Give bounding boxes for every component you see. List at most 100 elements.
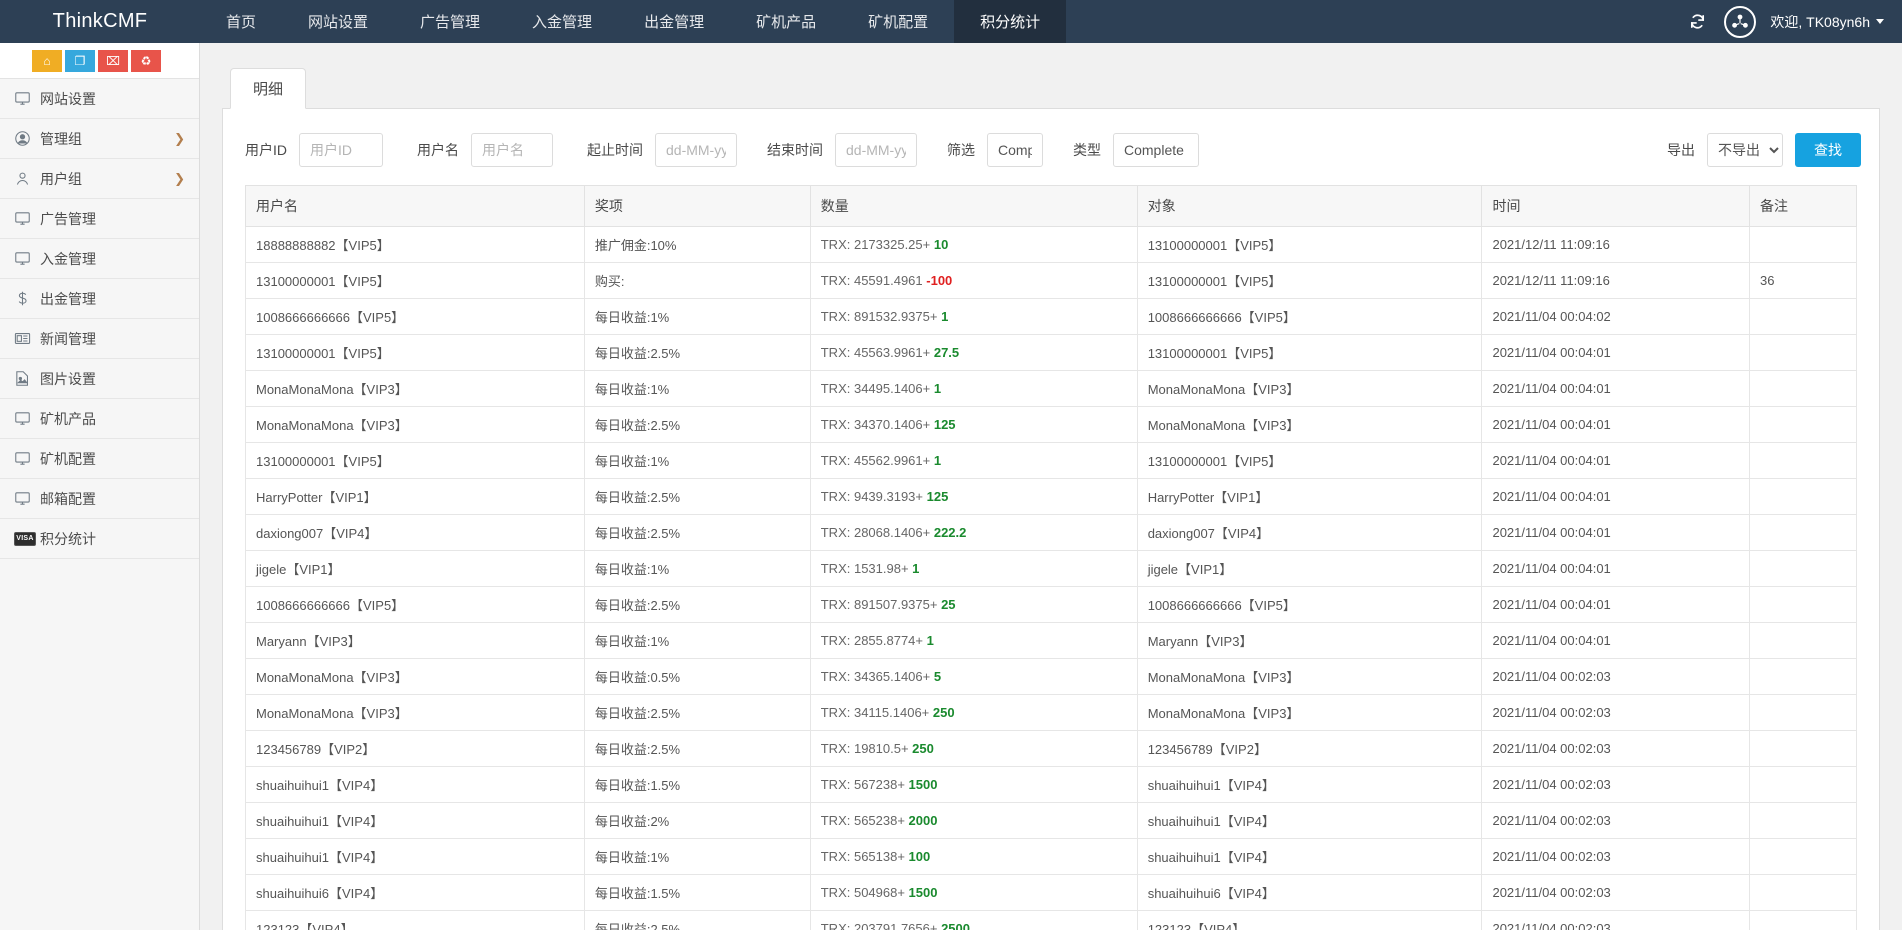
cell-note — [1749, 623, 1856, 659]
table-row[interactable]: daxiong007【VIP4】每日收益:2.5%TRX: 28068.1406… — [246, 515, 1857, 551]
nav-item-4[interactable]: 出金管理 — [618, 0, 730, 43]
cell-object: 13100000001【VIP5】 — [1137, 335, 1482, 371]
sidebar-item-8[interactable]: 矿机产品 — [0, 399, 199, 439]
cell-username: jigele【VIP1】 — [246, 551, 585, 587]
cell-time: 2021/11/04 00:04:01 — [1482, 407, 1750, 443]
avatar[interactable] — [1724, 6, 1756, 38]
start-time-input[interactable] — [655, 133, 737, 167]
cell-note — [1749, 407, 1856, 443]
table-row[interactable]: shuaihuihui1【VIP4】每日收益:1.5%TRX: 567238+ … — [246, 767, 1857, 803]
table-row[interactable]: shuaihuihui6【VIP4】每日收益:1.5%TRX: 504968+ … — [246, 875, 1857, 911]
quantity-delta: 5 — [934, 669, 941, 684]
sidebar-item-label: 出金管理 — [40, 289, 185, 309]
table-row[interactable]: 13100000001【VIP5】购买:TRX: 45591.4961 -100… — [246, 263, 1857, 299]
brand-logo[interactable]: ThinkCMF — [0, 0, 200, 43]
export-select[interactable]: 不导出 — [1707, 133, 1783, 167]
cell-award: 每日收益:2.5% — [584, 731, 810, 767]
end-time-label: 结束时间 — [767, 140, 823, 160]
table-row[interactable]: jigele【VIP1】每日收益:1%TRX: 1531.98+ 1jigele… — [246, 551, 1857, 587]
cell-quantity: TRX: 565138+ 100 — [810, 839, 1137, 875]
cell-time: 2021/11/04 00:04:01 — [1482, 479, 1750, 515]
cell-object: MonaMonaMona【VIP3】 — [1137, 371, 1482, 407]
table-row[interactable]: 13100000001【VIP5】每日收益:2.5%TRX: 45563.996… — [246, 335, 1857, 371]
nav-item-6[interactable]: 矿机配置 — [842, 0, 954, 43]
nav-item-5[interactable]: 矿机产品 — [730, 0, 842, 43]
nav-item-2[interactable]: 广告管理 — [394, 0, 506, 43]
main-navigation: 首页网站设置广告管理入金管理出金管理矿机产品矿机配置积分统计 — [200, 0, 1066, 43]
tab-detail[interactable]: 明细 — [230, 68, 306, 109]
cell-note — [1749, 875, 1856, 911]
sidebar-item-4[interactable]: 入金管理 — [0, 239, 199, 279]
sidebar-item-5[interactable]: 出金管理 — [0, 279, 199, 319]
sidebar-item-1[interactable]: 管理组❯ — [0, 119, 199, 159]
cell-object: jigele【VIP1】 — [1137, 551, 1482, 587]
quantity-delta: 250 — [912, 741, 934, 756]
cell-time: 2021/11/04 00:04:02 — [1482, 299, 1750, 335]
sidebar-item-10[interactable]: 邮箱配置 — [0, 479, 199, 519]
sidebar-item-9[interactable]: 矿机配置 — [0, 439, 199, 479]
table-row[interactable]: Maryann【VIP3】每日收益:1%TRX: 2855.8774+ 1Mar… — [246, 623, 1857, 659]
search-userid-input[interactable] — [299, 133, 383, 167]
nav-item-0[interactable]: 首页 — [200, 0, 282, 43]
table-row[interactable]: shuaihuihui1【VIP4】每日收益:1%TRX: 565138+ 10… — [246, 839, 1857, 875]
screen-input[interactable] — [987, 133, 1043, 167]
sidebar-item-3[interactable]: 广告管理 — [0, 199, 199, 239]
refresh-icon[interactable] — [1684, 9, 1710, 35]
chevron-right-icon: ❯ — [174, 171, 185, 187]
type-input[interactable] — [1113, 133, 1199, 167]
end-time-input[interactable] — [835, 133, 917, 167]
table-row[interactable]: 1008666666666【VIP5】每日收益:2.5%TRX: 891507.… — [246, 587, 1857, 623]
cell-quantity: TRX: 34115.1406+ 250 — [810, 695, 1137, 731]
table-row[interactable]: 123456789【VIP2】每日收益:2.5% TRX: 19810.5+ 25… — [246, 731, 1857, 767]
screen-label: 筛选 — [947, 140, 975, 160]
home-icon[interactable]: ⌂ — [32, 50, 62, 72]
recycle-icon[interactable]: ♻ — [131, 50, 161, 72]
nav-item-1[interactable]: 网站设置 — [282, 0, 394, 43]
sidebar-item-2[interactable]: 用户组❯ — [0, 159, 199, 199]
sidebar-item-7[interactable]: 图片设置 — [0, 359, 199, 399]
sidebar-item-6[interactable]: 新闻管理 — [0, 319, 199, 359]
column-header-0: 用户名 — [246, 186, 585, 227]
trash-icon[interactable]: ⌧ — [98, 50, 128, 72]
sidebar-item-11[interactable]: VISA积分统计 — [0, 519, 199, 559]
nav-item-3[interactable]: 入金管理 — [506, 0, 618, 43]
quantity-base: TRX: 45591.4961 — [821, 273, 927, 288]
cell-username: 18888888882【VIP5】 — [246, 227, 585, 263]
cell-quantity: TRX: 28068.1406+ 222.2 — [810, 515, 1137, 551]
cell-time: 2021/11/04 00:02:03 — [1482, 731, 1750, 767]
body-wrap: ⌂❐⌧♻ 网站设置管理组❯用户组❯广告管理入金管理出金管理新闻管理图片设置矿机产… — [0, 43, 1902, 930]
cell-award: 每日收益:1% — [584, 299, 810, 335]
user-circle-icon — [14, 130, 40, 147]
table-row[interactable]: 18888888882【VIP5】推广佣金:10%TRX: 2173325.25… — [246, 227, 1857, 263]
sidebar-item-label: 网站设置 — [40, 89, 185, 109]
quantity-base: TRX: 19810.5+ — [821, 741, 912, 756]
quantity-base: TRX: 9439.3193+ — [821, 489, 927, 504]
table-row[interactable]: HarryPotter【VIP1】每日收益:2.5%TRX: 9439.3193… — [246, 479, 1857, 515]
search-username-input[interactable] — [471, 133, 553, 167]
main-content: 明细 用户ID 用户名 起止时间 — [200, 43, 1902, 930]
table-row[interactable]: MonaMonaMona【VIP3】每日收益:0.5%TRX: 34365.14… — [246, 659, 1857, 695]
cell-time: 2021/11/04 00:04:01 — [1482, 515, 1750, 551]
table-row[interactable]: 13100000001【VIP5】每日收益:1%TRX: 45562.9961+… — [246, 443, 1857, 479]
cell-username: 123456789【VIP2】 — [246, 731, 585, 767]
cell-username: shuaihuihui1【VIP4】 — [246, 767, 585, 803]
quantity-delta: 1500 — [909, 777, 938, 792]
sidebar-item-0[interactable]: 网站设置 — [0, 79, 199, 119]
table-row[interactable]: MonaMonaMona【VIP3】每日收益:2.5%TRX: 34370.14… — [246, 407, 1857, 443]
quantity-base: TRX: 2855.8774+ — [821, 633, 927, 648]
table-row[interactable]: 1008666666666【VIP5】每日收益:1%TRX: 891532.93… — [246, 299, 1857, 335]
cell-time: 2021/11/04 00:04:01 — [1482, 551, 1750, 587]
nav-item-7[interactable]: 积分统计 — [954, 0, 1066, 43]
cell-object: MonaMonaMona【VIP3】 — [1137, 407, 1482, 443]
table-row[interactable]: shuaihuihui1【VIP4】每日收益:2%TRX: 565238+ 20… — [246, 803, 1857, 839]
cell-note — [1749, 803, 1856, 839]
user-menu[interactable]: 欢迎, TK08yn6h — [1770, 12, 1884, 32]
quantity-delta: 1 — [941, 309, 948, 324]
search-button[interactable]: 查找 — [1795, 133, 1861, 167]
table-row[interactable]: 123123【VIP4】每日收益:2.5%TRX: 203791.7656+ 2… — [246, 911, 1857, 930]
quantity-delta: 125 — [934, 417, 956, 432]
file-icon[interactable]: ❐ — [65, 50, 95, 72]
cell-quantity: TRX: 891507.9375+ 25 — [810, 587, 1137, 623]
table-row[interactable]: MonaMonaMona【VIP3】每日收益:1%TRX: 34495.1406… — [246, 371, 1857, 407]
table-row[interactable]: MonaMonaMona【VIP3】每日收益:2.5%TRX: 34115.14… — [246, 695, 1857, 731]
